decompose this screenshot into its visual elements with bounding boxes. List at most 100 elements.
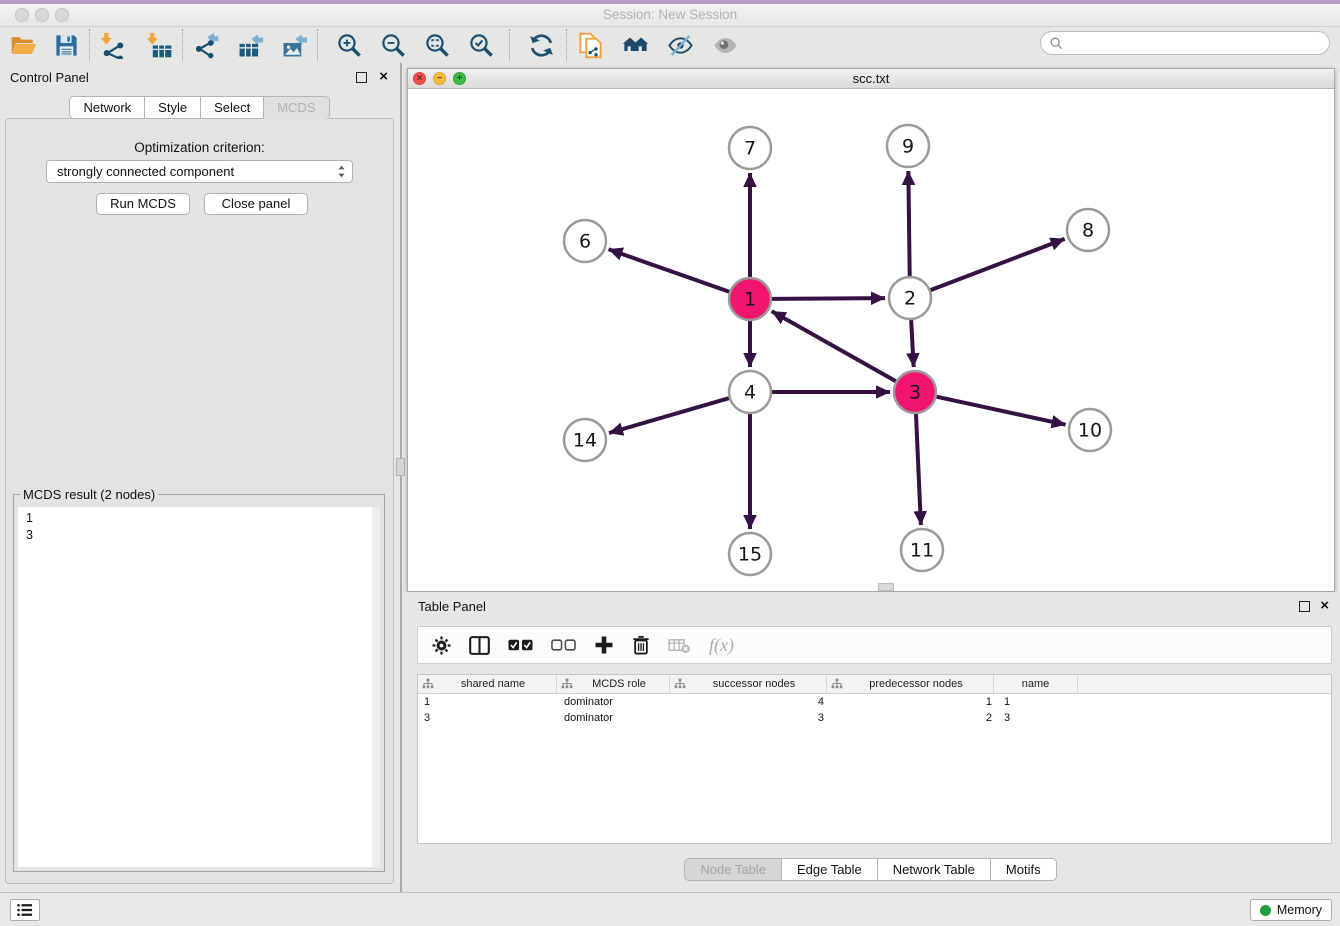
- table-header-row: shared nameMCDS rolesuccessor nodesprede…: [418, 675, 1331, 694]
- network-documents-icon[interactable]: [574, 29, 606, 61]
- close-panel-icon[interactable]: ×: [379, 68, 388, 86]
- checked-boxes-icon[interactable]: [508, 639, 533, 651]
- plus-icon[interactable]: [594, 635, 614, 655]
- tab-network[interactable]: Network: [69, 96, 145, 119]
- column-header-mcds-role[interactable]: MCDS role: [557, 675, 670, 693]
- mcds-result-list[interactable]: 1 3: [18, 507, 380, 867]
- tab-network-table[interactable]: Network Table: [877, 858, 991, 881]
- task-list-button[interactable]: [10, 899, 40, 921]
- column-header-name[interactable]: name: [994, 675, 1078, 693]
- node-table[interactable]: shared nameMCDS rolesuccessor nodesprede…: [417, 674, 1332, 844]
- network-window-title: scc.txt: [408, 71, 1334, 86]
- edge-3-10[interactable]: [936, 397, 1065, 425]
- search-icon: [1049, 36, 1063, 50]
- cell-predecessor-nodes[interactable]: 1: [830, 694, 998, 710]
- export-image-icon[interactable]: [278, 29, 310, 61]
- tab-mcds[interactable]: MCDS: [263, 96, 329, 119]
- control-panel-title: Control Panel: [10, 70, 89, 85]
- zoom-out-icon[interactable]: [377, 29, 409, 61]
- edge-3-1[interactable]: [772, 311, 896, 381]
- cell-successor-nodes[interactable]: 3: [672, 710, 830, 726]
- application-window: Session: New Session: [0, 0, 1340, 926]
- mcds-result-fieldset: MCDS result (2 nodes) 1 3: [13, 494, 385, 872]
- network-window-titlebar[interactable]: × − + scc.txt: [408, 69, 1334, 89]
- toolbar-separator: [566, 29, 567, 61]
- search-field[interactable]: [1040, 31, 1330, 55]
- node-label-3: 3: [909, 382, 921, 404]
- export-network-icon[interactable]: [190, 29, 222, 61]
- hierarchy-icon: [561, 678, 573, 690]
- optimization-criterion-label: Optimization criterion:: [6, 140, 393, 155]
- cell-mcds-role[interactable]: dominator: [558, 694, 672, 710]
- float-panel-icon[interactable]: [356, 72, 367, 83]
- memory-button[interactable]: Memory: [1250, 899, 1332, 921]
- edge-2-8[interactable]: [931, 239, 1065, 290]
- status-bar: Memory: [0, 892, 1340, 926]
- node-label-9: 9: [902, 136, 914, 158]
- trash-icon[interactable]: [632, 635, 650, 655]
- cell-predecessor-nodes[interactable]: 2: [830, 710, 998, 726]
- close-panel-button[interactable]: Close panel: [204, 193, 308, 215]
- eye-icon[interactable]: [709, 29, 741, 61]
- cell-name[interactable]: 3: [998, 710, 1083, 726]
- node-label-8: 8: [1082, 220, 1094, 242]
- cell-shared-name[interactable]: 1: [418, 694, 558, 710]
- import-table-icon[interactable]: [143, 29, 175, 61]
- tab-style[interactable]: Style: [144, 96, 201, 119]
- refresh-icon[interactable]: [525, 29, 557, 61]
- vertical-splitter-handle[interactable]: [396, 458, 405, 476]
- close-panel-icon[interactable]: ×: [1320, 597, 1329, 615]
- toolbar-separator: [182, 29, 183, 61]
- edge-2-3[interactable]: [911, 320, 914, 367]
- tab-motifs[interactable]: Motifs: [990, 858, 1057, 881]
- edge-1-6[interactable]: [609, 249, 730, 291]
- split-columns-icon[interactable]: [469, 636, 490, 655]
- tab-select[interactable]: Select: [200, 96, 264, 119]
- open-folder-icon[interactable]: [7, 29, 39, 61]
- gear-icon[interactable]: [432, 636, 451, 655]
- tab-edge-table[interactable]: Edge Table: [781, 858, 878, 881]
- criterion-select[interactable]: strongly connected component: [46, 160, 353, 183]
- network-graph[interactable]: 7968124314101511: [408, 89, 1334, 591]
- mcds-panel-body: Optimization criterion: strongly connect…: [5, 118, 394, 884]
- float-panel-icon[interactable]: [1299, 601, 1310, 612]
- zoom-selected-icon[interactable]: [465, 29, 497, 61]
- table-row[interactable]: 3dominator323: [418, 710, 1331, 726]
- run-mcds-button[interactable]: Run MCDS: [96, 193, 190, 215]
- column-header-successor-nodes[interactable]: successor nodes: [670, 675, 827, 693]
- zoom-in-icon[interactable]: [333, 29, 365, 61]
- memory-status-icon: [1260, 905, 1271, 916]
- window-title: Session: New Session: [0, 7, 1340, 22]
- unchecked-boxes-icon[interactable]: [551, 639, 576, 651]
- table-row[interactable]: 1dominator411: [418, 694, 1331, 710]
- import-network-icon[interactable]: [97, 29, 129, 61]
- node-label-15: 15: [738, 544, 762, 566]
- toolbar-separator: [509, 29, 510, 61]
- horizontal-splitter-handle[interactable]: [878, 583, 894, 591]
- save-icon[interactable]: [50, 29, 82, 61]
- zoom-fit-icon[interactable]: [421, 29, 453, 61]
- cell-successor-nodes[interactable]: 4: [672, 694, 830, 710]
- edge-2-9[interactable]: [908, 171, 909, 276]
- export-table-icon[interactable]: [234, 29, 266, 61]
- houses-icon[interactable]: [619, 29, 651, 61]
- select-chevrons-icon: [337, 164, 346, 179]
- table-panel-title: Table Panel: [418, 599, 486, 614]
- network-canvas[interactable]: 7968124314101511: [408, 89, 1334, 591]
- edge-1-2[interactable]: [772, 298, 885, 299]
- cell-mcds-role[interactable]: dominator: [558, 710, 672, 726]
- cell-shared-name[interactable]: 3: [418, 710, 558, 726]
- edge-3-11[interactable]: [916, 414, 921, 525]
- column-header-predecessor-nodes[interactable]: predecessor nodes: [827, 675, 994, 693]
- mcds-result-scrollbar[interactable]: [372, 507, 380, 867]
- edge-4-14[interactable]: [609, 398, 729, 433]
- main-toolbar: [0, 27, 1340, 63]
- search-input[interactable]: [1068, 36, 1329, 51]
- cell-name[interactable]: 1: [998, 694, 1083, 710]
- window-titlebar[interactable]: Session: New Session: [0, 4, 1340, 27]
- tab-node-table[interactable]: Node Table: [684, 858, 782, 881]
- eye-hidden-icon[interactable]: [664, 29, 696, 61]
- column-header-shared-name[interactable]: shared name: [418, 675, 557, 693]
- hierarchy-icon: [422, 678, 434, 690]
- toolbar-separator: [317, 29, 318, 61]
